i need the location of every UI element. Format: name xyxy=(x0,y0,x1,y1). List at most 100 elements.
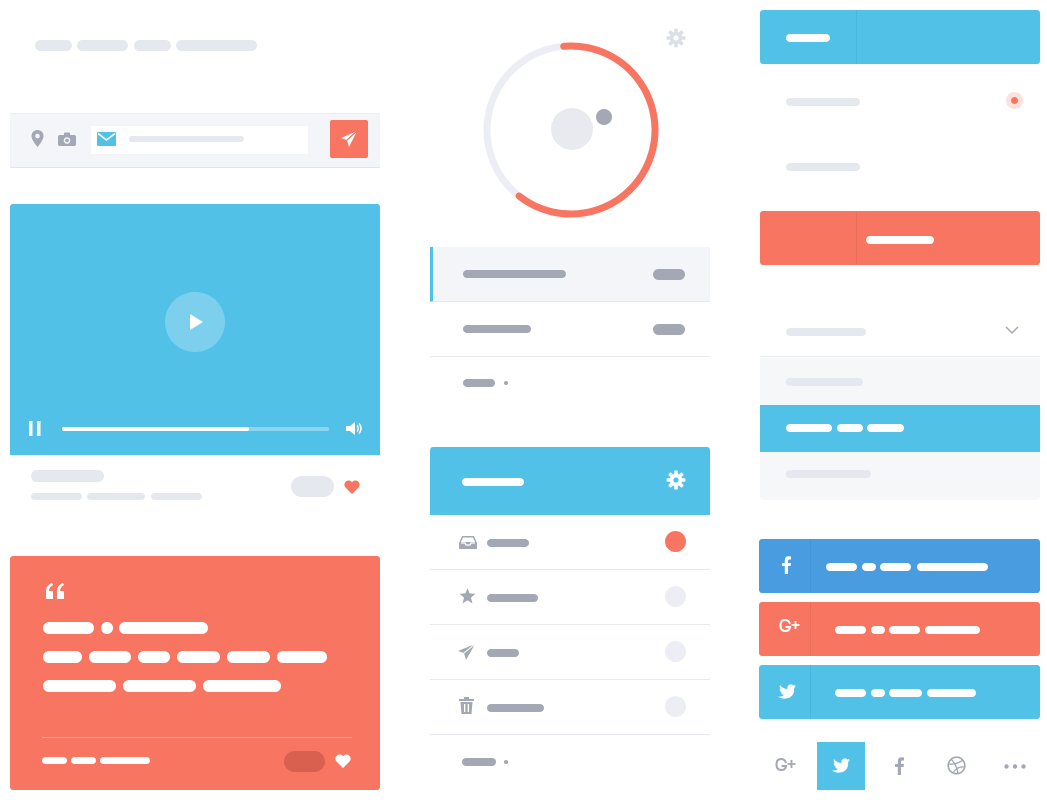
folder-item-label xyxy=(487,649,519,657)
dropdown-option[interactable] xyxy=(760,452,1040,500)
radio-option-label xyxy=(786,163,860,171)
paper-plane-icon xyxy=(458,644,475,660)
radio-button-selected[interactable] xyxy=(1006,92,1023,109)
radio-option[interactable] xyxy=(760,141,1040,191)
facebook-icon xyxy=(782,556,791,574)
tab-twitter[interactable] xyxy=(817,742,865,790)
unread-indicator xyxy=(665,531,686,552)
radio-dot xyxy=(1011,97,1018,104)
button-seam xyxy=(856,211,857,265)
facebook-share-label xyxy=(826,563,857,571)
folder-item-label xyxy=(487,539,529,547)
message-input-placeholder xyxy=(129,136,244,142)
chevron-down-icon xyxy=(1005,326,1019,335)
list-item-label xyxy=(463,379,495,387)
quote-text xyxy=(138,651,170,663)
camera-icon[interactable] xyxy=(58,132,76,146)
list-item-count xyxy=(653,324,685,335)
progress-ring-center xyxy=(551,108,593,150)
gear-icon[interactable] xyxy=(666,28,686,48)
folder-item-inbox[interactable] xyxy=(430,515,710,570)
quote-author xyxy=(100,757,150,764)
google-plus-icon xyxy=(774,757,796,777)
ball-icon xyxy=(947,756,966,775)
progress-ring-marker[interactable] xyxy=(596,109,612,125)
radio-option[interactable] xyxy=(760,76,1040,126)
button-seam xyxy=(810,665,811,719)
map-pin-icon[interactable] xyxy=(31,130,44,147)
folder-item-dot xyxy=(504,760,508,764)
tab-google-plus[interactable] xyxy=(760,742,808,790)
folder-item-more[interactable] xyxy=(430,735,710,790)
quote-text xyxy=(123,680,196,692)
gear-icon[interactable] xyxy=(666,470,686,490)
quote-author xyxy=(42,757,67,764)
breadcrumb-item[interactable] xyxy=(134,40,171,51)
google-plus-share-button[interactable] xyxy=(759,602,1040,656)
dropdown-option-label xyxy=(837,424,863,432)
list-item-label xyxy=(463,325,531,333)
tray-icon xyxy=(459,536,477,549)
tab-dribbble[interactable] xyxy=(933,742,981,790)
secondary-button-label xyxy=(866,236,934,244)
send-button[interactable] xyxy=(330,120,368,158)
primary-button[interactable] xyxy=(760,10,1040,64)
folder-item-sent[interactable] xyxy=(430,625,710,680)
quote-text xyxy=(101,622,113,634)
quote-divider xyxy=(42,737,352,738)
list-item[interactable] xyxy=(430,357,710,412)
breadcrumb-item[interactable] xyxy=(176,40,257,51)
heart-icon[interactable] xyxy=(335,754,351,768)
dropdown-option-selected[interactable] xyxy=(760,405,1040,452)
tab-facebook[interactable] xyxy=(875,742,923,790)
dropdown-option-label xyxy=(786,378,863,386)
list-item[interactable] xyxy=(430,247,710,302)
envelope-icon xyxy=(97,132,116,146)
quote-text xyxy=(43,680,116,692)
quote-text xyxy=(277,651,327,663)
folder-item-label xyxy=(462,758,496,766)
radio-option-label xyxy=(786,98,860,106)
folder-item-trash[interactable] xyxy=(430,680,710,735)
play-icon xyxy=(189,313,204,331)
dropdown-trigger[interactable] xyxy=(760,305,1040,357)
folder-item-label xyxy=(487,704,544,712)
quote-text xyxy=(43,622,94,634)
breadcrumb-item[interactable] xyxy=(35,40,72,51)
list-item-count xyxy=(653,269,685,280)
twitter-share-label xyxy=(835,689,866,697)
star-icon xyxy=(459,588,476,604)
speaker-icon[interactable] xyxy=(346,421,363,436)
dropdown-option-label xyxy=(786,424,832,432)
folder-panel-header xyxy=(430,447,710,515)
list-item[interactable] xyxy=(430,302,710,357)
breadcrumb-item[interactable] xyxy=(77,40,128,51)
twitter-share-button[interactable] xyxy=(759,665,1040,719)
secondary-button[interactable] xyxy=(760,211,1040,265)
video-progress-fill xyxy=(62,427,249,431)
tab-more[interactable] xyxy=(991,742,1039,790)
quote-author xyxy=(71,757,96,764)
unread-indicator xyxy=(665,641,686,662)
pause-icon[interactable] xyxy=(29,421,41,436)
google-plus-share-label xyxy=(889,626,920,634)
quote-text xyxy=(89,651,131,663)
primary-button-label xyxy=(786,34,830,42)
google-plus-share-label xyxy=(871,626,885,634)
facebook-share-label xyxy=(862,563,876,571)
dropdown-option-label xyxy=(786,470,871,478)
breadcrumb xyxy=(0,0,380,90)
paper-plane-icon xyxy=(340,130,358,148)
heart-icon[interactable] xyxy=(344,480,360,494)
folder-item-starred[interactable] xyxy=(430,570,710,625)
quote-text xyxy=(227,651,270,663)
facebook-share-label xyxy=(880,563,911,571)
facebook-share-button[interactable] xyxy=(759,539,1040,593)
dropdown-option[interactable] xyxy=(760,358,1040,406)
play-button[interactable] xyxy=(165,292,225,352)
ellipsis-icon xyxy=(1004,764,1026,769)
folder-panel-title xyxy=(462,478,524,486)
like-count-badge xyxy=(291,476,334,497)
google-plus-share-label xyxy=(925,626,980,634)
quote-text xyxy=(119,622,208,634)
